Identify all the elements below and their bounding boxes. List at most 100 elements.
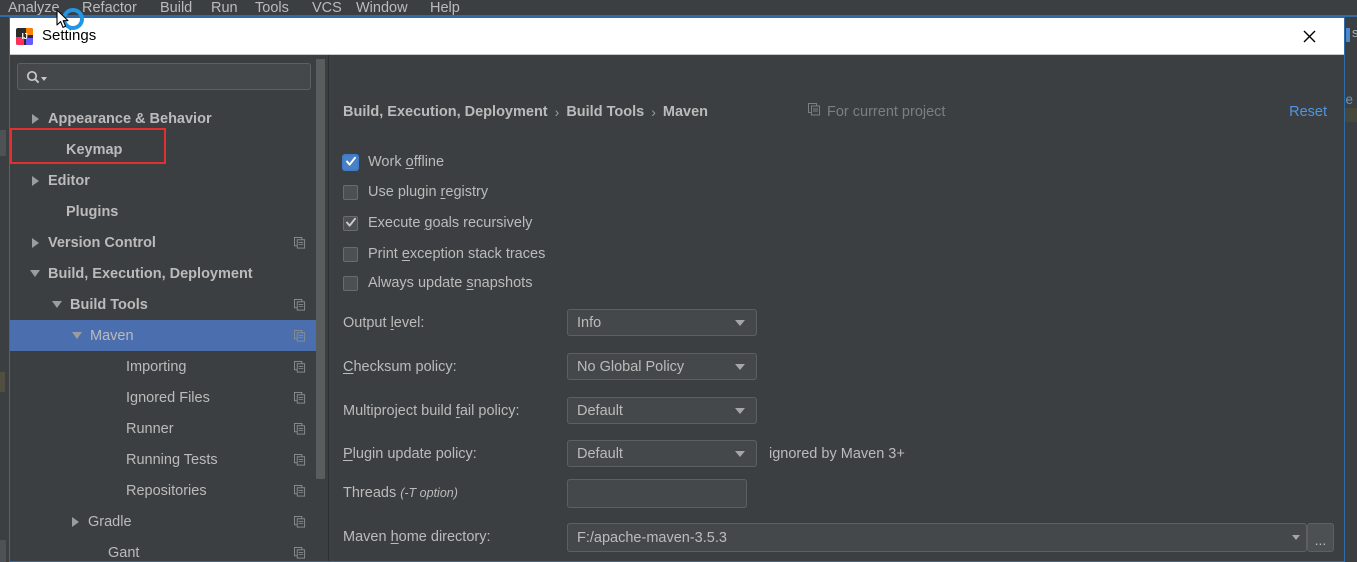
checkbox-row-use-plugin-registry[interactable]: Use plugin registry — [343, 183, 488, 201]
menu-item-analyze[interactable]: Analyze — [8, 0, 60, 16]
chevron-down-icon — [735, 319, 745, 326]
sidebar-item-label: Repositories — [126, 482, 207, 499]
chevron-down-icon[interactable] — [52, 298, 65, 311]
sidebar-item-keymap[interactable]: Keymap — [10, 134, 320, 165]
combo-value: No Global Policy — [577, 358, 685, 375]
chevron-down-icon[interactable] — [72, 329, 85, 342]
sidebar-item-label: Editor — [48, 172, 90, 189]
sidebar-item-plugins[interactable]: Plugins — [10, 196, 320, 227]
dialog-title-bar: IJ Settings — [10, 18, 1344, 55]
checkbox-row-always-update-snapshots[interactable]: Always update snapshots — [343, 274, 532, 292]
threads-input[interactable] — [567, 479, 747, 508]
sidebar-item-label: Gant — [108, 544, 140, 561]
chevron-right-icon[interactable] — [70, 515, 83, 528]
sidebar-item-label: Running Tests — [126, 451, 218, 468]
close-icon[interactable] — [1298, 25, 1320, 47]
sidebar-item-appearance-behavior[interactable]: Appearance & Behavior — [10, 103, 320, 134]
checkbox-execute-goals-recursively[interactable] — [343, 215, 358, 231]
combo-multiproject-build-fail-policy[interactable]: Default — [567, 397, 757, 424]
scope-note-label: For current project — [827, 104, 946, 120]
combo-plugin-update-policy[interactable]: Default — [567, 440, 757, 467]
label-post: ail policy: — [459, 403, 520, 419]
maven-home-label: Maven home directory: — [343, 528, 491, 546]
checkbox-label-mnemonic: s — [466, 275, 474, 291]
combo-value: Info — [577, 314, 602, 331]
ide-right-text-s: s — [1352, 25, 1357, 40]
menu-item-refactor[interactable]: Refactor — [82, 0, 137, 16]
sidebar-item-editor[interactable]: Editor — [10, 165, 320, 196]
checkbox-print-exception-stack-traces[interactable] — [343, 246, 358, 262]
sidebar-item-label: Keymap — [66, 141, 123, 158]
breadcrumb-item-0: Build, Execution, Deployment — [343, 104, 548, 120]
maven-home-input[interactable]: F:/apache-maven-3.5.3 — [567, 523, 1285, 552]
chevron-down-icon — [735, 363, 745, 370]
combo-output-level[interactable]: Info — [567, 309, 757, 336]
checkbox-row-work-offline[interactable]: Work offline — [343, 153, 444, 171]
checkbox-label-pre: Use plugin — [368, 184, 441, 200]
combo-checksum-policy[interactable]: No Global Policy — [567, 353, 757, 380]
sidebar-item-repositories[interactable]: Repositories — [10, 475, 320, 506]
ide-menu-bar: Analyze Refactor Build Run Tools VCS Window Hel… — [0, 0, 1357, 16]
sidebar-item-version-control[interactable]: Version Control — [10, 227, 320, 258]
checkbox-use-plugin-registry[interactable] — [343, 184, 358, 200]
breadcrumb-item-2: Maven — [662, 104, 708, 120]
menu-item-build[interactable]: Build — [160, 0, 192, 16]
checkbox-work-offline[interactable] — [343, 154, 358, 170]
checkbox-row-execute-goals-recursively[interactable]: Execute goals recursively — [343, 214, 532, 232]
sidebar-item-label: Appearance & Behavior — [48, 110, 212, 127]
sidebar-scrollbar-thumb[interactable] — [316, 59, 325, 479]
maven-home-dropdown-button[interactable] — [1285, 523, 1307, 552]
menu-item-tools[interactable]: Tools — [255, 0, 289, 16]
maven-home-label-pre: Maven — [343, 529, 391, 545]
chevron-right-icon[interactable] — [30, 236, 43, 249]
config-scope-icon — [294, 329, 306, 342]
menu-item-run[interactable]: Run — [211, 0, 238, 16]
checkbox-label-post: xception stack traces — [409, 246, 546, 262]
chevron-right-icon[interactable] — [30, 112, 43, 125]
reset-link[interactable]: Reset — [1289, 103, 1327, 121]
maven-home-browse-button[interactable]: ... — [1307, 523, 1334, 552]
chevron-down-icon[interactable] — [30, 267, 43, 280]
checkbox-row-print-exception-stack-traces[interactable]: Print exception stack traces — [343, 245, 545, 263]
sidebar-item-label: Maven — [90, 327, 134, 344]
menu-item-help[interactable]: Help — [430, 0, 460, 16]
sidebar-item-running-tests[interactable]: Running Tests — [10, 444, 320, 475]
sidebar-item-importing[interactable]: Importing — [10, 351, 320, 382]
menu-item-window[interactable]: Window — [356, 0, 408, 16]
checkbox-label-pre: Execute — [368, 215, 425, 231]
checkbox-label: Always update snapshots — [368, 274, 532, 292]
sidebar-item-maven[interactable]: Maven — [10, 320, 320, 351]
sidebar-item-runner[interactable]: Runner — [10, 413, 320, 444]
chevron-right-icon[interactable] — [30, 174, 43, 187]
checkbox-always-update-snapshots[interactable] — [343, 275, 358, 291]
sidebar-item-build-tools[interactable]: Build Tools — [10, 289, 320, 320]
checkbox-label-pre: Print — [368, 246, 402, 262]
sidebar-item-gant[interactable]: Gant — [10, 537, 320, 561]
config-scope-icon — [294, 391, 306, 404]
label-output-level: Output level: — [343, 314, 424, 332]
sidebar-item-build-execution-deployment[interactable]: Build, Execution, Deployment — [10, 258, 320, 289]
checkbox-label: Work offline — [368, 153, 444, 171]
config-scope-icon — [294, 453, 306, 466]
combo-value: Default — [577, 402, 623, 419]
sidebar-item-label: Plugins — [66, 203, 119, 220]
label-checksum-policy: Checksum policy: — [343, 358, 457, 376]
breadcrumb: Build, Execution, Deployment › Build Tools… — [343, 103, 708, 121]
sidebar-item-gradle[interactable]: Gradle — [10, 506, 320, 537]
label-post: lugin update policy: — [352, 446, 477, 462]
chevron-down-icon — [1291, 535, 1300, 540]
settings-sidebar: Appearance & Behavior Keymap Editor Plugins… — [10, 55, 325, 561]
search-input[interactable] — [17, 63, 311, 90]
chevron-down-icon — [41, 76, 47, 81]
sidebar-item-ignored-files[interactable]: Ignored Files — [10, 382, 320, 413]
threads-label-text: Threads — [343, 485, 397, 501]
logo-letters: IJ — [21, 31, 28, 41]
sidebar-item-label: Importing — [126, 358, 187, 375]
checkbox-label-pre: Always update — [368, 275, 467, 291]
sidebar-item-label: Build, Execution, Deployment — [48, 265, 253, 282]
menu-item-vcs[interactable]: VCS — [312, 0, 342, 16]
